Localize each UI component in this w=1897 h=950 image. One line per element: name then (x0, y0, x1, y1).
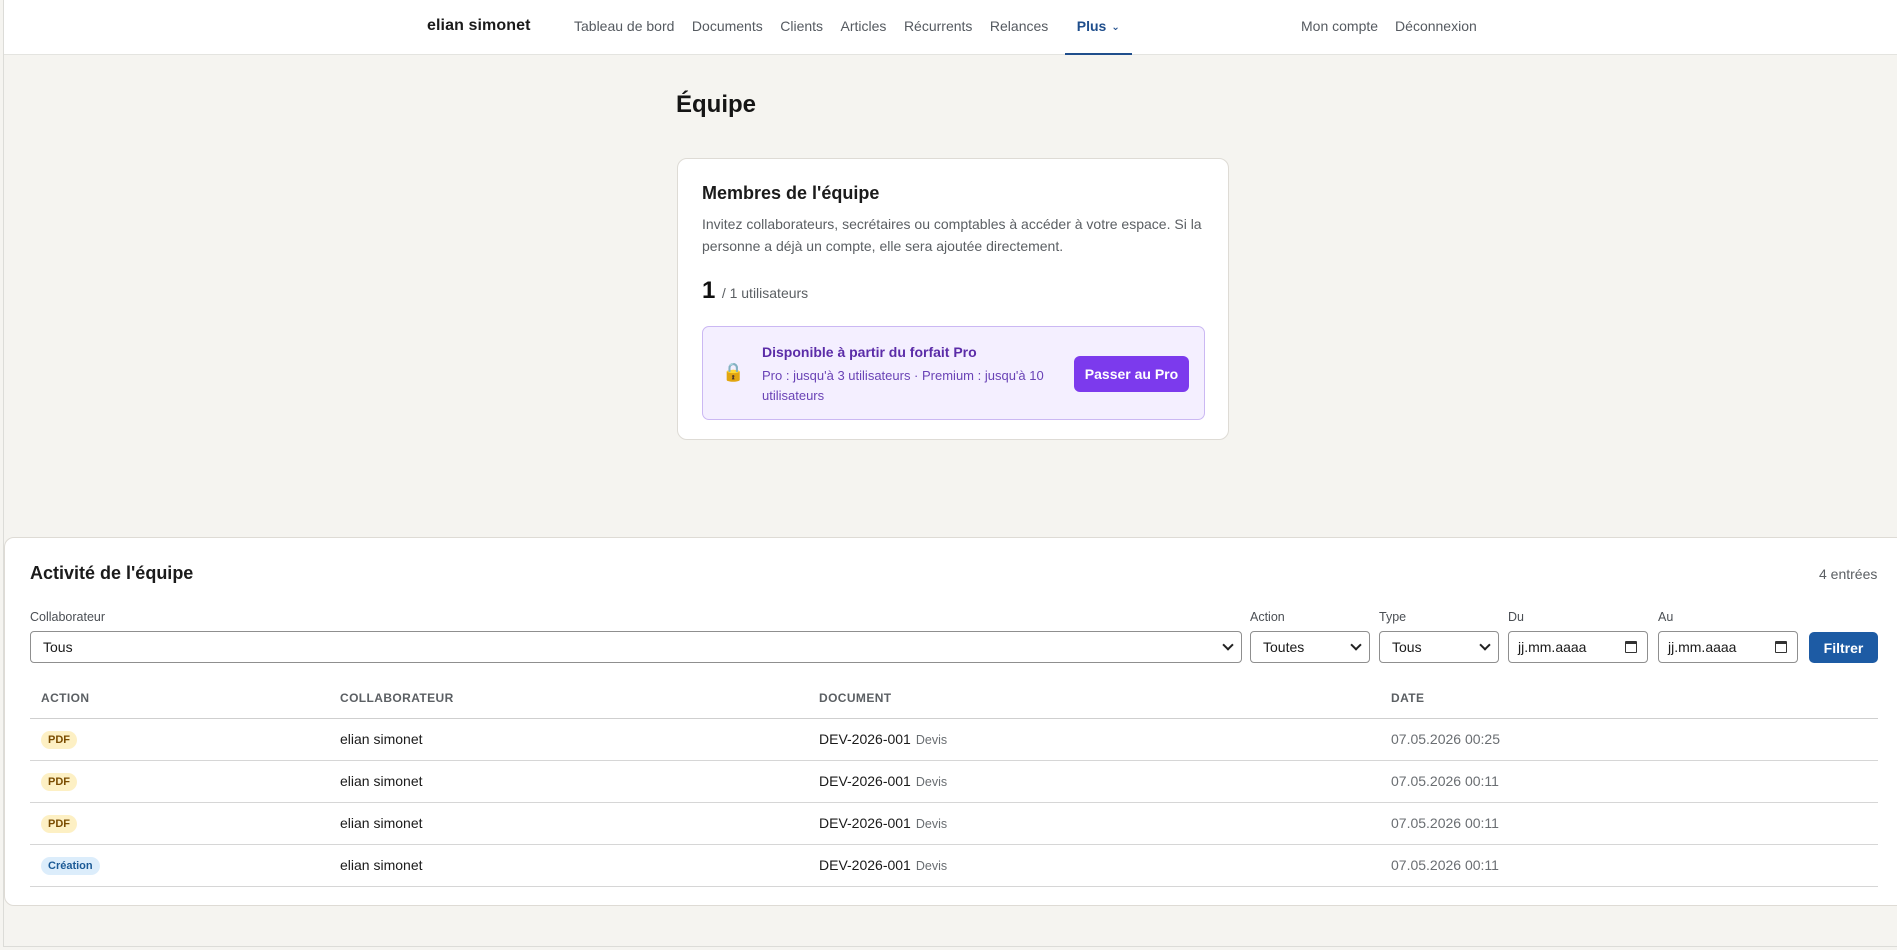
top-nav: elian simonet Tableau de bord Documents … (4, 0, 1897, 55)
to-date-input[interactable]: jj.mm.aaaa (1658, 631, 1798, 663)
row-date: 07.05.2026 00:11 (1391, 760, 1878, 803)
row-document[interactable]: DEV-2026-001 (819, 731, 911, 747)
nav-link-reminders[interactable]: Relances (990, 0, 1048, 55)
nav-link-documents[interactable]: Documents (692, 0, 763, 55)
type-select-value: Tous (1392, 639, 1422, 655)
row-collaborator: elian simonet (340, 718, 819, 761)
table-row: PDF elian simonet DEV-2026-001 Devis 07.0… (30, 802, 1878, 845)
filter-button[interactable]: Filtrer (1809, 632, 1878, 663)
row-date: 07.05.2026 00:11 (1391, 844, 1878, 887)
upgrade-pro-button[interactable]: Passer au Pro (1074, 356, 1189, 392)
account-nav: Mon compte Déconnexion (1301, 0, 1494, 55)
action-badge: PDF (41, 730, 77, 749)
table-row: Création elian simonet DEV-2026-001 Devis… (30, 844, 1878, 887)
nav-more-label: Plus (1076, 18, 1107, 34)
row-collaborator: elian simonet (340, 802, 819, 845)
pro-upsell-banner: 🔒 Disponible à partir du forfait Pro Pro… (702, 326, 1205, 420)
entries-count: 4 entrées (1819, 566, 1878, 582)
action-filter-label: Action (1250, 610, 1285, 624)
to-date-placeholder: jj.mm.aaaa (1668, 639, 1737, 655)
user-count-label: / 1 utilisateurs (721, 285, 809, 301)
nav-link-logout[interactable]: Déconnexion (1395, 0, 1477, 55)
upsell-title: Disponible à partir du forfait Pro (762, 344, 977, 360)
collaborator-select[interactable]: Tous (30, 631, 1242, 663)
nav-link-my-account[interactable]: Mon compte (1301, 0, 1378, 55)
action-badge: Création (41, 856, 100, 875)
chevron-down-icon (1479, 639, 1491, 651)
team-members-title: Membres de l'équipe (702, 183, 880, 203)
lock-icon: 🔒 (722, 362, 745, 382)
user-count-value: 1 (702, 277, 716, 304)
column-header-action: ACTION (30, 676, 340, 719)
table-header-row: ACTION COLLABORATEUR DOCUMENT DATE (30, 676, 1878, 719)
chevron-down-icon (1350, 639, 1362, 651)
column-header-collaborator: COLLABORATEUR (340, 676, 819, 719)
action-select[interactable]: Toutes (1250, 631, 1370, 663)
upsell-description: Pro : jusqu'à 3 utilisateurs · Premium :… (762, 368, 1044, 403)
nav-link-recurring[interactable]: Récurrents (904, 0, 972, 55)
team-activity-panel: Activité de l'équipe 4 entrées Collabora… (4, 537, 1897, 906)
chevron-down-icon (1222, 639, 1234, 651)
table-row: PDF elian simonet DEV-2026-001 Devis 07.0… (30, 718, 1878, 761)
from-date-placeholder: jj.mm.aaaa (1518, 639, 1587, 655)
nav-link-articles[interactable]: Articles (841, 0, 887, 55)
from-date-input[interactable]: jj.mm.aaaa (1508, 631, 1648, 663)
row-date: 07.05.2026 00:11 (1391, 802, 1878, 845)
type-filter-label: Type (1379, 610, 1407, 624)
to-date-label: Au (1658, 610, 1674, 624)
row-document-type: Devis (915, 859, 948, 873)
table-row: PDF elian simonet DEV-2026-001 Devis 07.0… (30, 760, 1878, 803)
collaborator-select-value: Tous (43, 639, 73, 655)
row-document[interactable]: DEV-2026-001 (819, 815, 911, 831)
action-badge: PDF (41, 814, 77, 833)
nav-link-dashboard[interactable]: Tableau de bord (574, 0, 674, 55)
nav-link-clients[interactable]: Clients (780, 0, 823, 55)
activity-title: Activité de l'équipe (30, 563, 194, 583)
row-document[interactable]: DEV-2026-001 (819, 773, 911, 789)
brand-name[interactable]: elian simonet (427, 17, 531, 35)
column-header-date: DATE (1391, 676, 1878, 719)
nav-link-more[interactable]: Plus ⌄ (1064, 0, 1132, 55)
chevron-down-icon: ⌄ (1111, 22, 1120, 33)
user-count: 1 / 1 utilisateurs (702, 277, 808, 305)
column-header-document: DOCUMENT (819, 676, 1391, 719)
activity-table: ACTION COLLABORATEUR DOCUMENT DATE PDF e… (30, 676, 1878, 887)
row-document-type: Devis (915, 817, 948, 831)
collaborator-filter-label: Collaborateur (30, 610, 106, 624)
calendar-icon[interactable] (1775, 641, 1787, 653)
row-date: 07.05.2026 00:25 (1391, 718, 1878, 761)
calendar-icon[interactable] (1625, 641, 1637, 653)
row-document-type: Devis (915, 775, 948, 789)
team-members-description: Invitez collaborateurs, secrétaires ou c… (702, 216, 1202, 254)
page-title: Équipe (676, 91, 757, 118)
row-document[interactable]: DEV-2026-001 (819, 857, 911, 873)
action-select-value: Toutes (1263, 639, 1305, 655)
team-members-card: Membres de l'équipe Invitez collaborateu… (677, 158, 1229, 440)
from-date-label: Du (1508, 610, 1524, 624)
main-nav: Tableau de bord Documents Clients Articl… (574, 0, 1149, 55)
action-badge: PDF (41, 772, 77, 791)
row-collaborator: elian simonet (340, 844, 819, 887)
row-document-type: Devis (915, 733, 948, 747)
row-collaborator: elian simonet (340, 760, 819, 803)
type-select[interactable]: Tous (1379, 631, 1499, 663)
